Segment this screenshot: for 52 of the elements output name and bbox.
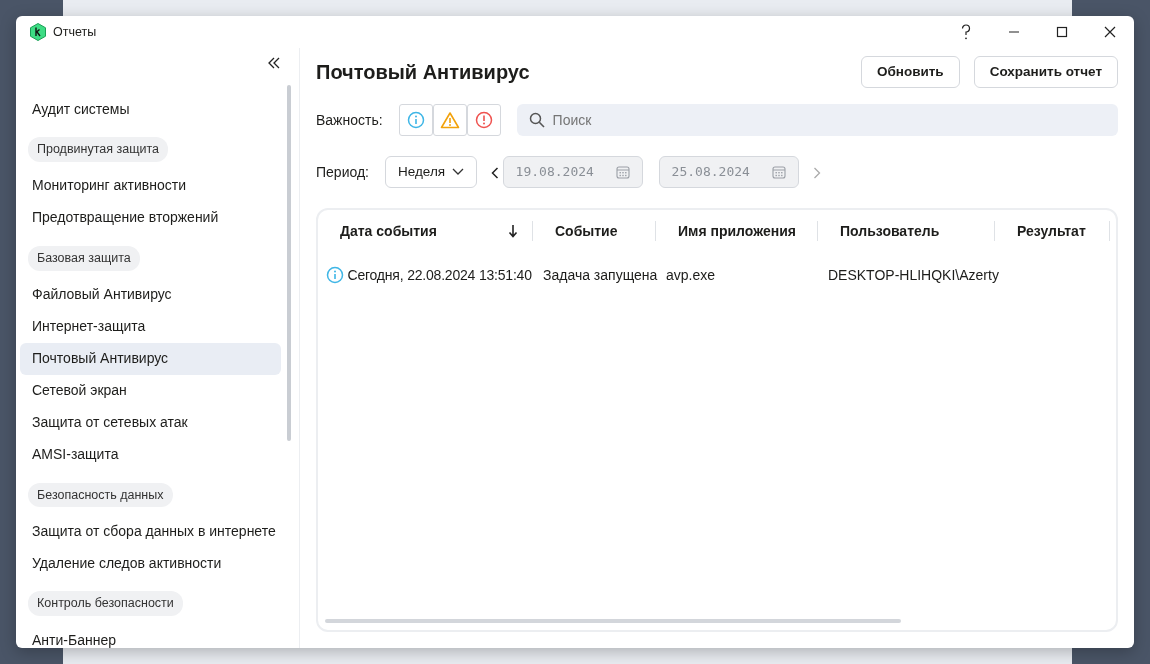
sidebar-item[interactable]: Защита от сбора данных в интернете: [20, 515, 281, 548]
calendar-icon: [615, 165, 630, 179]
sidebar-item[interactable]: Аудит системы: [20, 93, 281, 125]
calendar-icon: [771, 165, 786, 179]
group-label: Продвинутая защита: [28, 137, 168, 162]
page-title: Почтовый Антивирус: [316, 60, 531, 84]
info-icon: [406, 111, 425, 129]
sidebar-item[interactable]: Почтовый Антивирус: [20, 342, 281, 375]
help-icon: [961, 24, 971, 40]
sidebar-item[interactable]: Анти-Баннер: [20, 624, 281, 648]
sidebar-item[interactable]: Предотвращение вторжений: [20, 201, 281, 234]
close-icon: [1104, 26, 1116, 38]
group-label: Базовая защита: [28, 245, 140, 271]
sidebar-item[interactable]: Защита от сетевых атак: [20, 406, 281, 439]
info-icon: [326, 266, 344, 284]
search-field[interactable]: Поиск: [516, 104, 1118, 136]
double-chevron-icon: [267, 57, 281, 70]
sort-down-arrow-icon: [508, 224, 518, 238]
maximize-icon: [1056, 26, 1068, 38]
error-icon: [474, 111, 493, 129]
period-label: Период:: [316, 162, 369, 182]
column-header[interactable]: Событие: [533, 221, 656, 241]
warning-filter-button[interactable]: [432, 104, 467, 136]
table-cell-text: avp.exe: [665, 265, 717, 285]
window-title: Отчеты: [53, 23, 97, 41]
error-filter-button[interactable]: [466, 104, 501, 136]
severity-label: Важность:: [316, 110, 383, 130]
group-label: Контроль безопасности: [28, 591, 183, 616]
refresh-button[interactable]: Обновить: [860, 56, 960, 88]
column-header[interactable]: Пользователь: [818, 221, 995, 241]
group-label: Безопасность данных: [28, 482, 173, 508]
column-header[interactable]: Результат: [995, 221, 1110, 241]
column-header[interactable]: Имя приложения: [656, 221, 818, 241]
info-filter-button[interactable]: [398, 104, 433, 136]
table-cell-text: Задача запущена: [542, 265, 656, 285]
period-dropdown[interactable]: Неделя: [385, 156, 478, 188]
sidebar-item[interactable]: Удаление следов активности: [20, 547, 281, 580]
sidebar-item[interactable]: Интернет-защита: [20, 310, 281, 343]
sidebar-item[interactable]: Файловый Антивирус: [20, 278, 281, 311]
table-cell-text: Сегодня, 22.08.2024 13:51:40: [347, 265, 532, 285]
save-report-button[interactable]: Сохранить отчет: [973, 56, 1118, 88]
sidebar-item[interactable]: AMSI-защита: [20, 438, 281, 471]
sidebar-item[interactable]: Сетевой экран: [20, 374, 281, 407]
scrollbar[interactable]: [287, 85, 291, 441]
app-logo-icon: [30, 23, 46, 41]
sidebar-item[interactable]: Мониторинг активности: [20, 169, 281, 202]
column-header[interactable]: Дата события: [318, 221, 533, 241]
chevron-left-icon: [491, 166, 500, 179]
chevron-right-icon: [812, 166, 821, 179]
chevron-down-icon: [452, 168, 465, 177]
horizontal-scrollbar[interactable]: [325, 619, 901, 623]
warning-icon: [439, 111, 460, 129]
